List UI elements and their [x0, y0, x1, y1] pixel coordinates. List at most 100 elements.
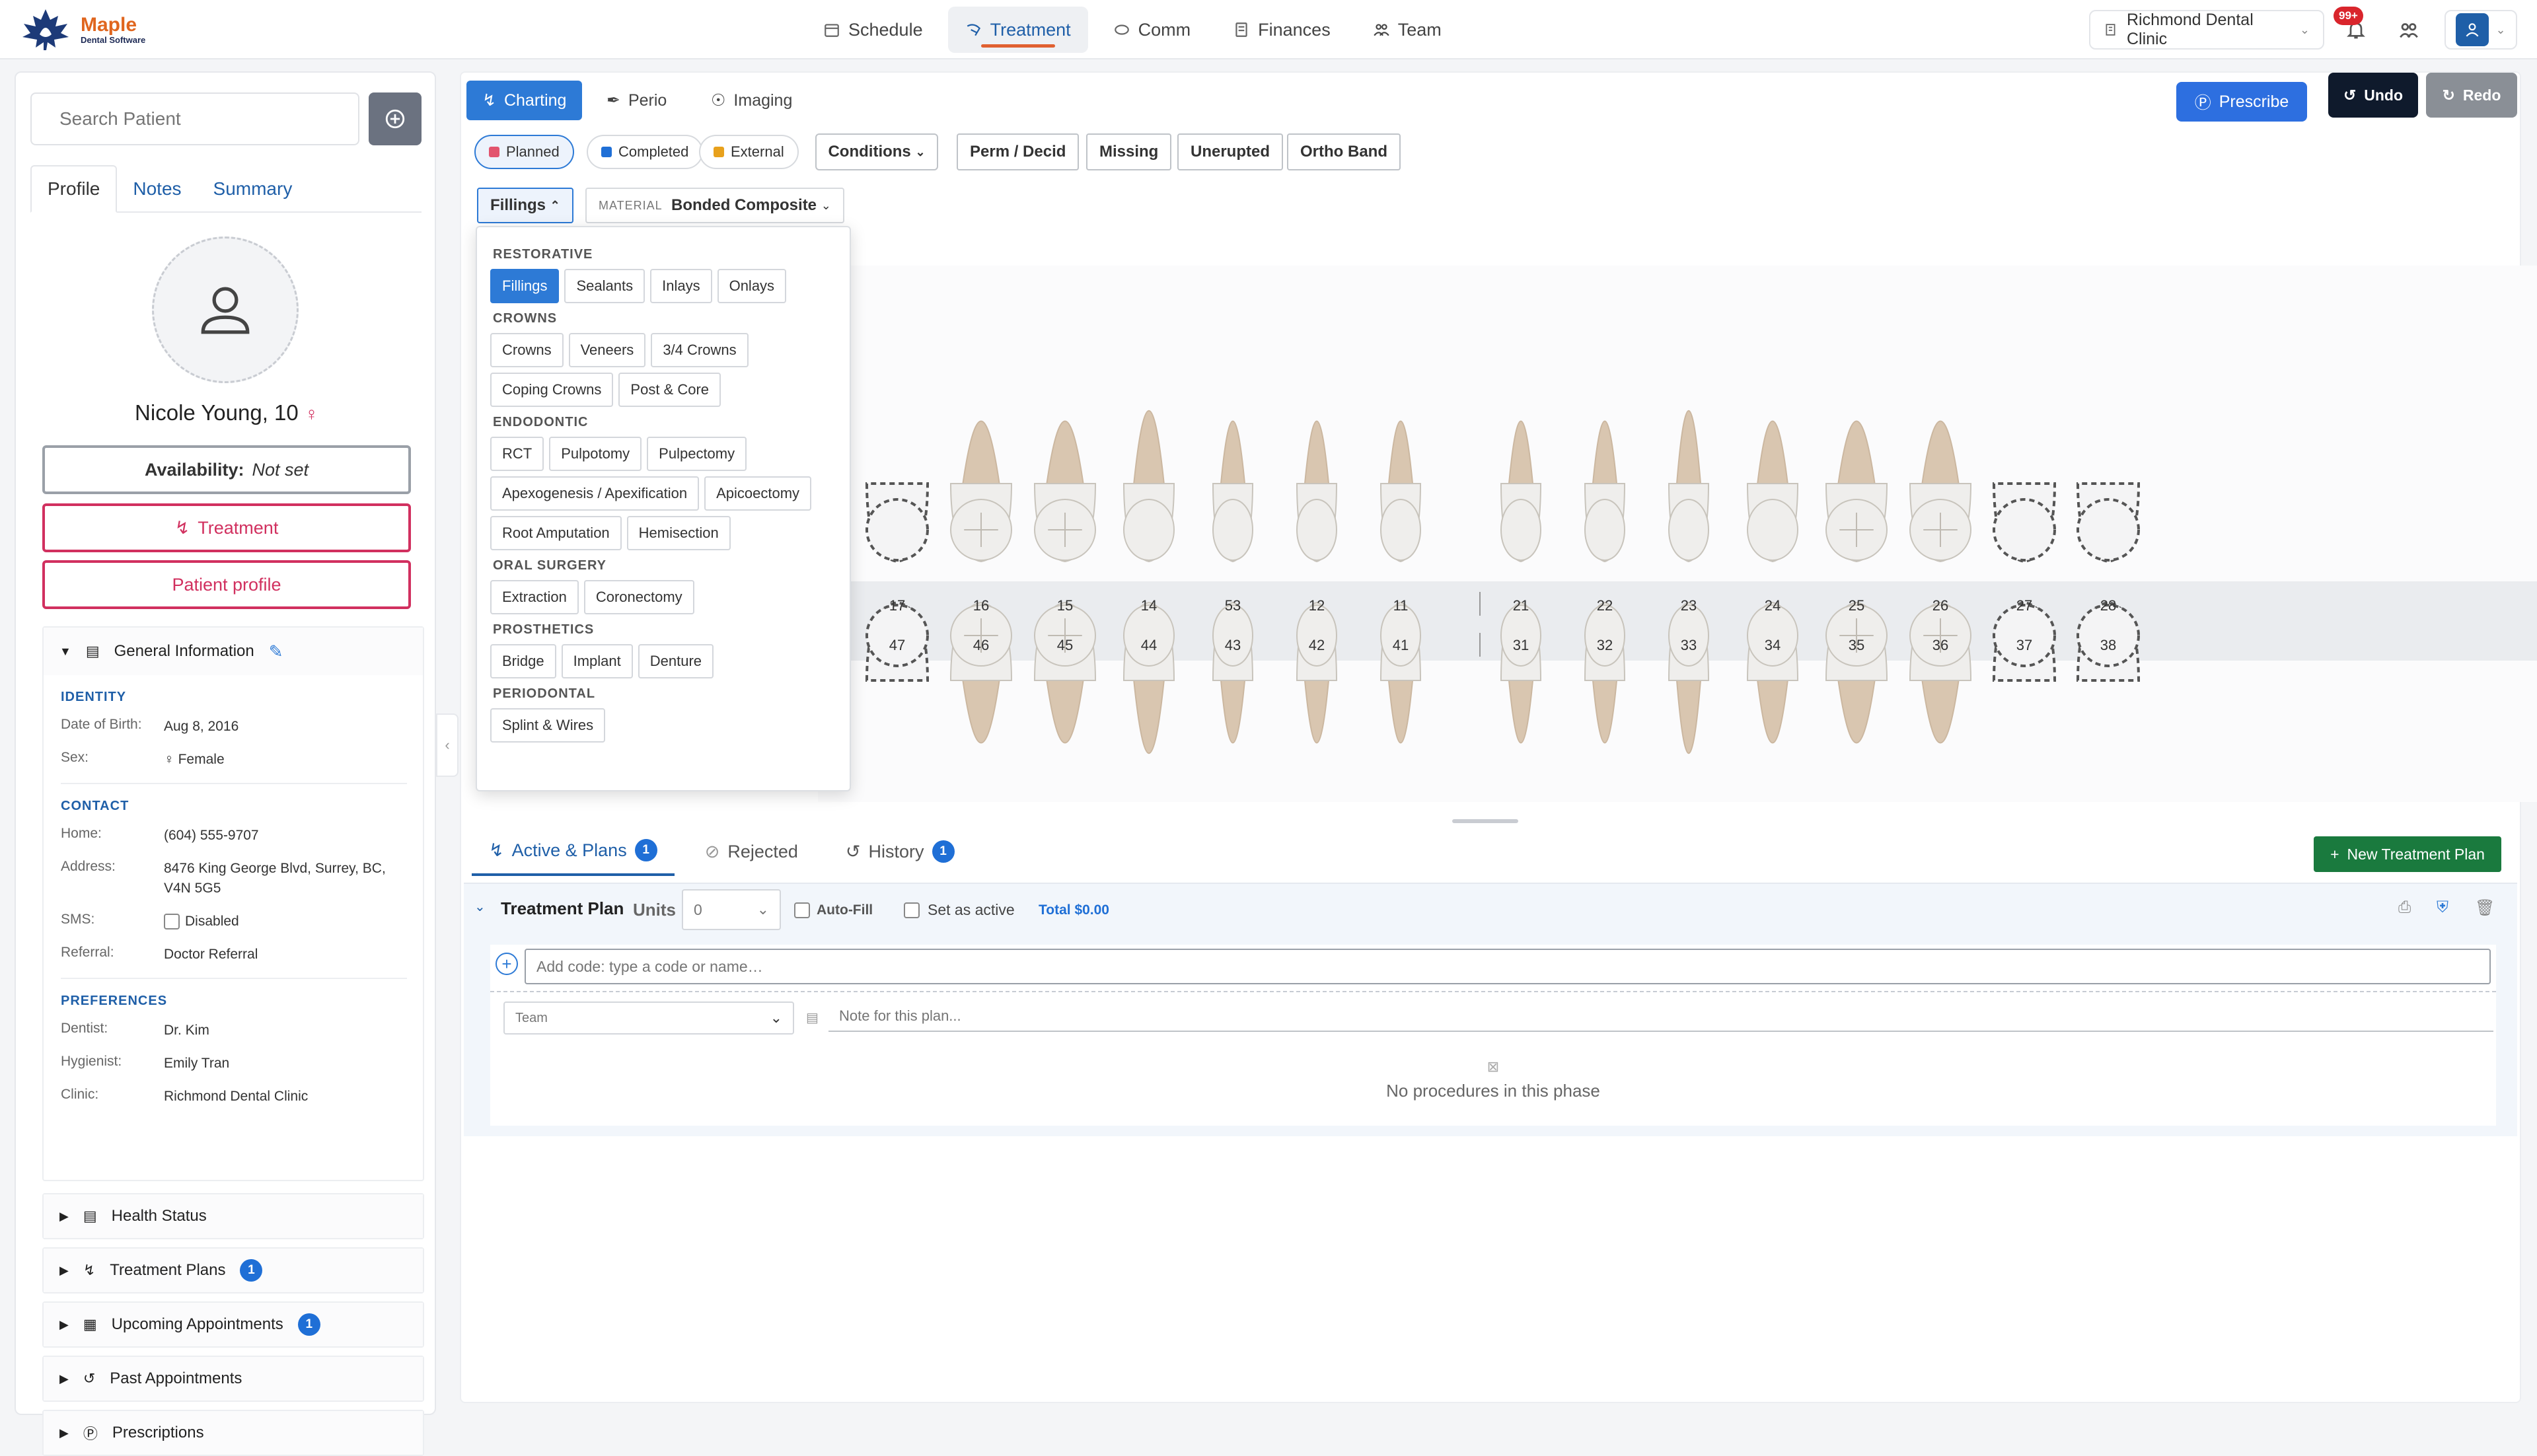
set-active-checkbox[interactable]: [904, 902, 920, 918]
tooth-occlusal[interactable]: [865, 498, 929, 562]
units-stepper[interactable]: 0 ⌄: [682, 889, 781, 930]
autofill-checkbox[interactable]: [794, 902, 810, 918]
procedure-option[interactable]: Post & Core: [618, 373, 721, 407]
tooth-number-lower[interactable]: 37: [2016, 637, 2032, 653]
undo-button[interactable]: ↺ Undo: [2328, 73, 2418, 118]
tooth-number-upper[interactable]: 14: [1141, 597, 1157, 614]
sms-checkbox[interactable]: [164, 914, 180, 929]
tooth-number-upper[interactable]: 23: [1681, 597, 1697, 614]
tab-charting[interactable]: ↯ Charting: [466, 81, 583, 120]
unerupted-button[interactable]: Unerupted: [1177, 133, 1283, 170]
tooth-occlusal[interactable]: [1296, 604, 1337, 667]
tooth-number-lower[interactable]: 31: [1513, 637, 1529, 653]
tooth-occlusal[interactable]: [1212, 604, 1253, 667]
general-information-header[interactable]: ▼ ▤ General Information ✎: [44, 628, 423, 675]
procedure-option[interactable]: Pulpectomy: [647, 437, 747, 471]
nav-tab-team[interactable]: Team: [1356, 7, 1459, 53]
tooth-number-lower[interactable]: 45: [1057, 637, 1073, 653]
tooth-number-upper[interactable]: 12: [1309, 597, 1325, 614]
tooth-occlusal[interactable]: [1380, 604, 1421, 667]
resize-handle[interactable]: [1452, 819, 1518, 823]
tooth-number-lower[interactable]: 35: [1849, 637, 1864, 653]
tab-notes[interactable]: Notes: [117, 165, 197, 213]
tooth-occlusal[interactable]: [1500, 499, 1541, 561]
tab-rejected[interactable]: ⊘ Rejected: [688, 827, 815, 876]
tooth-occlusal[interactable]: [1747, 604, 1798, 667]
tab-summary[interactable]: Summary: [198, 165, 309, 213]
tooth-number-lower[interactable]: 46: [973, 637, 989, 653]
tooth-number-lower[interactable]: 36: [1932, 637, 1948, 653]
procedure-option[interactable]: Apexogenesis / Apexification: [490, 476, 700, 511]
section-health-status[interactable]: ▶ ▤ Health Status: [42, 1193, 424, 1239]
tooth-occlusal[interactable]: [1993, 604, 2056, 667]
tooth-occlusal[interactable]: [1123, 604, 1175, 667]
tooth-occlusal[interactable]: [1584, 604, 1625, 667]
edit-icon[interactable]: ✎: [269, 641, 283, 662]
tooth-number-upper[interactable]: 28: [2100, 597, 2116, 614]
tooth-occlusal[interactable]: [865, 604, 929, 667]
tooth-occlusal[interactable]: [1747, 499, 1798, 561]
chip-planned[interactable]: Planned: [474, 135, 574, 169]
trash-icon[interactable]: 🗑: [2475, 898, 2495, 918]
tab-perio[interactable]: ✒ Perio: [591, 81, 682, 120]
new-treatment-plan-button[interactable]: + New Treatment Plan: [2314, 836, 2501, 872]
procedure-option[interactable]: RCT: [490, 437, 544, 471]
procedure-option[interactable]: Veneers: [568, 333, 646, 367]
add-patient-button[interactable]: [369, 92, 422, 145]
collapse-panel-button[interactable]: ‹: [436, 713, 459, 777]
tooth-number-lower[interactable]: 41: [1393, 637, 1409, 653]
team-select[interactable]: Team ⌄: [503, 1001, 794, 1035]
material-dropdown[interactable]: MATERIAL Bonded Composite ⌄: [585, 188, 844, 223]
section-treatment-plans[interactable]: ▶ ↯ Treatment Plans 1: [42, 1247, 424, 1293]
perm-decid-button[interactable]: Perm / Decid: [957, 133, 1080, 170]
tooth-occlusal[interactable]: [1584, 499, 1625, 561]
account-menu[interactable]: ⌄: [2445, 10, 2517, 50]
procedure-option[interactable]: Pulpotomy: [549, 437, 642, 471]
tooth-occlusal[interactable]: [2077, 498, 2140, 562]
tooth-occlusal[interactable]: [1500, 604, 1541, 667]
chevron-down-icon[interactable]: ⌄: [474, 898, 486, 915]
tooth-number-upper[interactable]: 27: [2016, 597, 2032, 614]
tooth-number-upper[interactable]: 25: [1849, 597, 1864, 614]
conditions-dropdown[interactable]: Conditions ⌄: [815, 133, 938, 170]
tooth-occlusal[interactable]: [1123, 499, 1175, 561]
tooth-occlusal[interactable]: [1212, 499, 1253, 561]
procedure-option[interactable]: Denture: [638, 644, 714, 678]
procedure-option[interactable]: Apicoectomy: [704, 476, 812, 511]
procedure-option[interactable]: Hemisection: [626, 516, 731, 550]
tooth-occlusal[interactable]: [1993, 498, 2056, 562]
procedure-option[interactable]: Implant: [561, 644, 633, 678]
procedure-option[interactable]: Sealants: [564, 269, 645, 303]
tooth-occlusal[interactable]: [1668, 499, 1709, 561]
shield-icon[interactable]: ⛨: [2437, 898, 2448, 917]
tooth-number-upper[interactable]: 16: [973, 597, 989, 614]
tooth-number-lower[interactable]: 32: [1597, 637, 1613, 653]
tooth-number-lower[interactable]: 47: [889, 637, 905, 653]
missing-button[interactable]: Missing: [1086, 133, 1172, 170]
procedure-option[interactable]: Root Amputation: [490, 516, 622, 550]
tooth-number-lower[interactable]: 42: [1309, 637, 1325, 653]
tooth-number-upper[interactable]: 17: [889, 597, 905, 614]
tooth-number-upper[interactable]: 22: [1597, 597, 1613, 614]
tooth-number-upper[interactable]: 21: [1513, 597, 1529, 614]
nav-tab-comm[interactable]: Comm: [1096, 7, 1208, 53]
treatment-button[interactable]: ↯ Treatment: [42, 503, 411, 552]
tab-imaging[interactable]: ☉ Imaging: [695, 81, 808, 120]
brand-logo[interactable]: Maple Dental Software: [20, 8, 145, 52]
procedure-option[interactable]: Onlays: [717, 269, 787, 303]
patient-profile-button[interactable]: Patient profile: [42, 560, 411, 609]
users-button[interactable]: [2389, 10, 2429, 50]
tab-active-plans[interactable]: ↯ Active & Plans 1: [472, 827, 675, 876]
tooth-number-upper[interactable]: 26: [1932, 597, 1948, 614]
tab-history[interactable]: ↺ History 1: [828, 827, 972, 876]
redo-button[interactable]: ↻ Redo: [2426, 73, 2517, 118]
chip-completed[interactable]: Completed: [587, 135, 704, 169]
tooth-number-lower[interactable]: 44: [1141, 637, 1157, 653]
procedure-option[interactable]: Inlays: [650, 269, 712, 303]
plan-note-input[interactable]: [828, 1001, 2493, 1032]
ortho-band-button[interactable]: Ortho Band: [1287, 133, 1401, 170]
add-code-input[interactable]: [525, 949, 2491, 984]
availability-button[interactable]: Availability: Not set: [42, 445, 411, 494]
procedure-option[interactable]: Coronectomy: [583, 580, 694, 614]
procedure-option[interactable]: Coping Crowns: [490, 373, 614, 407]
